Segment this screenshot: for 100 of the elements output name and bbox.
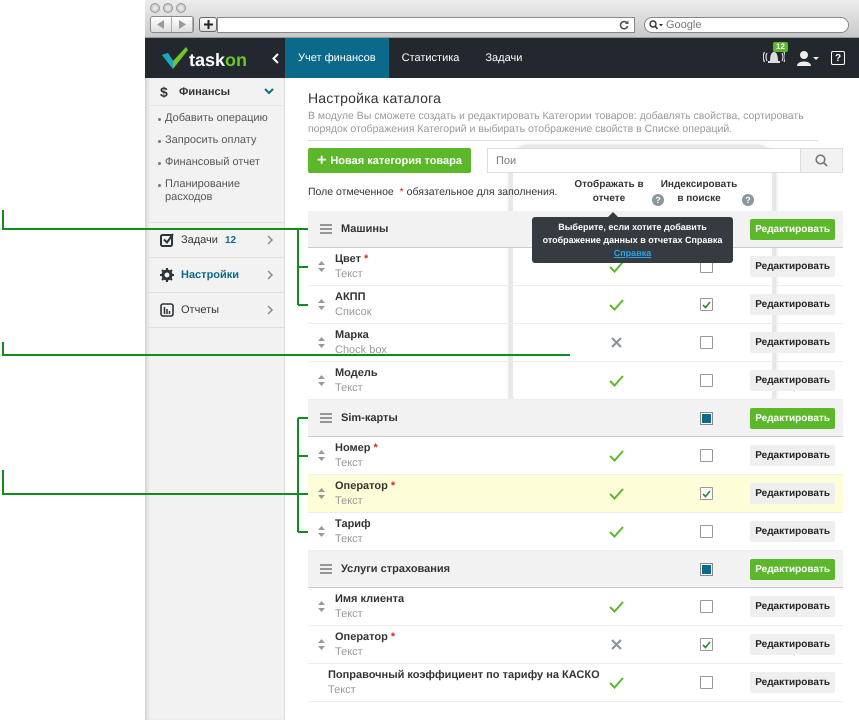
field-row[interactable]: Имя клиента Текст Редактировать bbox=[308, 588, 843, 626]
sort-icon[interactable] bbox=[318, 337, 325, 348]
help-link[interactable]: Справка bbox=[614, 247, 652, 260]
help-button[interactable]: ? bbox=[831, 51, 845, 65]
menu-icon[interactable] bbox=[320, 413, 332, 423]
cross-icon[interactable] bbox=[610, 639, 622, 650]
sidebar-item[interactable]: Отчеты bbox=[145, 293, 284, 328]
field-name: Оператор bbox=[335, 480, 388, 492]
checkbox[interactable] bbox=[700, 374, 712, 387]
cross-icon[interactable] bbox=[610, 337, 622, 348]
bullet-icon bbox=[158, 162, 161, 165]
field-row[interactable]: Оператор * Текст Редактировать bbox=[308, 626, 843, 664]
user-menu-icon[interactable] bbox=[797, 50, 819, 66]
sidebar-item[interactable]: $ Финансы bbox=[145, 78, 284, 105]
menu-icon[interactable] bbox=[320, 564, 332, 574]
window-close-button[interactable] bbox=[150, 3, 160, 13]
category-name: Услуги страхования bbox=[341, 563, 450, 575]
required-mark: * bbox=[374, 442, 378, 454]
bullet-icon bbox=[158, 184, 161, 187]
edit-button[interactable]: Редактировать bbox=[750, 521, 835, 542]
edit-button[interactable]: Редактировать bbox=[750, 294, 835, 315]
field-row[interactable]: Поправочный коэффициент по тарифу на КАСКО Текст Редактировать bbox=[308, 664, 843, 702]
checkbox[interactable] bbox=[700, 525, 712, 538]
search-field[interactable]: Google bbox=[644, 16, 849, 32]
submenu-item[interactable]: Добавить операцию bbox=[165, 112, 268, 125]
edit-button[interactable]: Редактировать bbox=[750, 332, 835, 353]
field-type: Текст bbox=[335, 646, 363, 658]
forward-icon bbox=[178, 20, 186, 29]
sort-icon[interactable] bbox=[318, 526, 325, 537]
field-row[interactable]: АКПП Список Редактировать bbox=[308, 286, 843, 324]
checkmark-icon[interactable] bbox=[608, 298, 624, 310]
checkbox[interactable] bbox=[700, 600, 712, 613]
checkmark-icon[interactable] bbox=[608, 374, 624, 386]
submenu-item[interactable]: Финансовый отчет bbox=[165, 156, 260, 169]
address-field[interactable] bbox=[217, 16, 635, 32]
sort-icon[interactable] bbox=[318, 601, 325, 612]
checkmark-icon[interactable] bbox=[608, 450, 624, 462]
field-type: Текст bbox=[335, 268, 363, 280]
field-type: Chock box bbox=[335, 344, 387, 356]
submenu-item[interactable]: Планирование расходов bbox=[165, 178, 284, 204]
menu-icon[interactable] bbox=[320, 224, 332, 234]
checkbox[interactable] bbox=[700, 298, 712, 311]
checkmark-icon[interactable] bbox=[608, 676, 624, 688]
field-name: Номер bbox=[335, 442, 370, 454]
checkmark-icon[interactable] bbox=[608, 526, 624, 538]
search-icon bbox=[815, 154, 828, 167]
sort-icon[interactable] bbox=[318, 261, 325, 272]
sidebar-item[interactable]: Задачи 12 bbox=[145, 223, 284, 258]
sort-icon[interactable] bbox=[318, 450, 325, 461]
checkmark-icon[interactable] bbox=[608, 260, 624, 272]
field-name: Оператор bbox=[335, 631, 388, 643]
page-description: В модуле Вы сможете создать и редактировать Категории товаров: добавлять свойства, сортировать порядок отображения Категорий и выбирать отображение свойств в Списке операций. bbox=[308, 110, 818, 141]
required-mark: * bbox=[390, 480, 396, 492]
sort-icon[interactable] bbox=[318, 488, 325, 499]
window-zoom-button[interactable] bbox=[176, 3, 186, 13]
required-mark: * bbox=[390, 631, 396, 643]
checkbox[interactable] bbox=[700, 676, 712, 689]
required-note: Поле отмеченное * обязательное для заполнения. bbox=[308, 186, 558, 198]
edit-button[interactable]: Редактировать bbox=[750, 483, 835, 504]
column-header: Отображать в отчете bbox=[573, 178, 645, 206]
field-name: Поправочный коэффициент по тарифу на КАСКО bbox=[328, 669, 600, 681]
category-name: Sim-карты bbox=[341, 412, 398, 424]
checkbox[interactable] bbox=[700, 638, 712, 651]
edit-button[interactable]: Редактировать bbox=[750, 634, 835, 655]
window-minimize-button[interactable] bbox=[163, 3, 173, 13]
edit-button[interactable]: Редактировать bbox=[750, 370, 835, 391]
field-name: Марка bbox=[335, 329, 369, 341]
edit-button[interactable]: Редактировать bbox=[750, 445, 835, 466]
field-name: Тариф bbox=[335, 518, 371, 530]
field-type: Текст bbox=[335, 608, 363, 620]
field-row[interactable]: Марка Chock box Редактировать bbox=[308, 324, 843, 362]
edit-button[interactable]: Редактировать bbox=[750, 596, 835, 617]
sidebar-item[interactable]: Настройки bbox=[145, 258, 284, 293]
sidebar-label: Задачи bbox=[181, 234, 218, 246]
category-name: Машины bbox=[341, 223, 388, 235]
checkbox[interactable] bbox=[700, 487, 712, 500]
checkbox-icon bbox=[160, 233, 174, 247]
sort-icon[interactable] bbox=[318, 375, 325, 386]
checkbox[interactable] bbox=[700, 449, 712, 462]
sort-icon[interactable] bbox=[318, 639, 325, 650]
sidebar-label: Настройки bbox=[181, 269, 240, 281]
forward-button[interactable] bbox=[172, 17, 193, 32]
nav-tab[interactable]: Задачи bbox=[472, 38, 536, 78]
submenu-item[interactable]: Запросить оплату bbox=[165, 134, 256, 147]
nav-tab[interactable]: Статистика bbox=[388, 38, 472, 78]
collapse-icon[interactable] bbox=[272, 52, 279, 64]
nav-tab[interactable]: Учет финансов bbox=[285, 38, 389, 78]
app-logo[interactable]: taskon bbox=[162, 47, 248, 69]
checkmark-icon[interactable] bbox=[608, 488, 624, 500]
bullet-icon bbox=[158, 118, 161, 121]
back-button[interactable] bbox=[151, 17, 172, 32]
search-button[interactable] bbox=[800, 148, 843, 173]
sort-icon[interactable] bbox=[318, 299, 325, 310]
new-tab-button[interactable] bbox=[199, 17, 217, 32]
edit-button[interactable]: Редактировать bbox=[750, 672, 835, 693]
checkmark-icon[interactable] bbox=[608, 600, 624, 612]
field-row[interactable]: Оператор * Текст Редактировать bbox=[308, 475, 843, 513]
edit-button[interactable]: Редактировать bbox=[750, 256, 835, 277]
field-type: Текст bbox=[335, 495, 363, 507]
checkbox[interactable] bbox=[700, 336, 712, 349]
